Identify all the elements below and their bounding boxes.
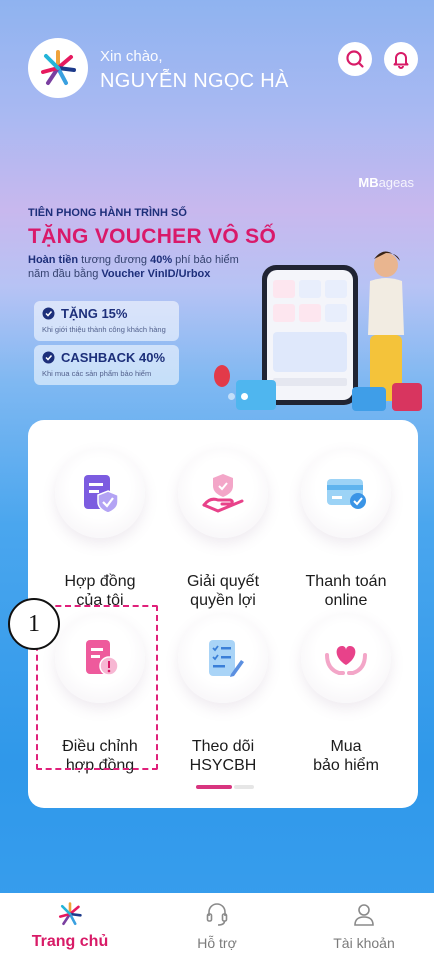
headset-icon — [206, 903, 228, 926]
menu-item-track-application[interactable]: Theo dõi HSYCBH — [161, 613, 285, 783]
bottom-navigation: Trang chủ Hỗ trợ Tài khoản — [0, 893, 434, 955]
carousel-dot-active[interactable] — [241, 393, 248, 400]
notification-button[interactable] — [384, 42, 418, 76]
header: Xin chào, NGUYỄN NGỌC HÀ — [0, 0, 434, 120]
home-logo-icon — [58, 902, 82, 926]
offer-2-subtitle: Khi mua các sản phẩm bảo hiểm — [42, 369, 152, 378]
nav-home[interactable]: Trang chủ — [0, 893, 140, 955]
bell-icon — [393, 52, 409, 69]
gift-box-image — [392, 383, 422, 411]
banner-title: TẶNG VOUCHER VÔ SỐ — [28, 225, 277, 248]
carousel-indicator — [228, 393, 248, 400]
hands-heart-icon — [301, 613, 391, 703]
hand-shield-icon — [178, 448, 268, 538]
offer-pill-2: CASHBACK 40% Khi mua các sản phẩm bảo hi… — [34, 345, 179, 385]
offer-1-subtitle: Khi giới thiệu thành công khách hàng — [42, 325, 166, 334]
page-indicator-inactive — [234, 785, 254, 789]
search-button[interactable] — [338, 42, 372, 76]
search-icon — [346, 50, 364, 68]
banner-description: Hoàn tiền tương đương 40% phí bảo hiểm n… — [28, 253, 258, 281]
mb-ageas-logo-icon — [41, 50, 76, 85]
card-check-icon — [301, 448, 391, 538]
menu-label-line: Hợp đồng — [64, 573, 136, 590]
menu-label-line: Thanh toán — [305, 573, 387, 590]
desc-part: Hoàn tiền — [28, 254, 79, 266]
brand-strong: MB — [358, 175, 379, 190]
nav-support-label: Hỗ trợ — [197, 935, 237, 951]
user-name: NGUYỄN NGỌC HÀ — [100, 70, 289, 92]
balloon-image — [214, 365, 230, 387]
avatar[interactable] — [28, 38, 88, 98]
nav-account-label: Tài khoản — [333, 935, 395, 951]
offer-pill-1: TẶNG 15% Khi giới thiệu thành công khách… — [34, 301, 179, 341]
menu-label-line: Giải quyết — [186, 573, 260, 590]
nav-support[interactable]: Hỗ trợ — [147, 893, 287, 955]
greeting-text: Xin chào, — [100, 48, 163, 65]
menu-label-line: quyền lợi — [190, 592, 256, 609]
nav-account[interactable]: Tài khoản — [294, 893, 434, 955]
phone-mockup-image — [262, 265, 358, 405]
desc-part: Voucher VinID/Urbox — [101, 268, 211, 280]
gift-box-image — [352, 387, 386, 411]
brand-logo: MBageas — [358, 175, 414, 190]
badge-icon — [42, 351, 55, 364]
desc-part: tương đương — [78, 254, 151, 266]
desc-part: 40% — [150, 254, 173, 266]
contract-shield-icon — [55, 448, 145, 538]
menu-label-line: Mua — [330, 738, 362, 755]
menu-item-claims[interactable]: Giải quyết quyền lợi — [161, 448, 285, 618]
banner-pre-title: TIÊN PHONG HÀNH TRÌNH SỐ — [28, 207, 187, 219]
user-icon — [354, 904, 374, 926]
woman-illustration — [368, 251, 404, 401]
menu-item-buy-insurance[interactable]: Mua bảo hiểm — [284, 613, 408, 783]
menu-label-line: bảo hiểm — [313, 757, 379, 774]
badge-icon — [42, 307, 55, 320]
menu-label-line: online — [324, 592, 368, 609]
brand-light: ageas — [378, 175, 414, 190]
menu-item-my-contracts[interactable]: Hợp đồng của tôi — [38, 448, 162, 618]
promo-banner[interactable]: MBageas TIÊN PHONG HÀNH TRÌNH SỐ TẶNG VO… — [0, 165, 434, 415]
menu-page-indicator — [196, 785, 254, 789]
step-number-badge: 1 — [8, 598, 60, 650]
checklist-pen-icon — [178, 613, 268, 703]
page-indicator-active — [196, 785, 232, 789]
carousel-dot[interactable] — [228, 393, 235, 400]
offer-1-title: TẶNG 15% — [61, 306, 128, 321]
offer-2-title: CASHBACK 40% — [61, 350, 166, 365]
menu-item-online-payment[interactable]: Thanh toán online — [284, 448, 408, 618]
menu-label-line: Theo dõi — [191, 738, 255, 755]
nav-home-label: Trang chủ — [31, 933, 109, 950]
menu-label-line: HSYCBH — [189, 757, 257, 774]
